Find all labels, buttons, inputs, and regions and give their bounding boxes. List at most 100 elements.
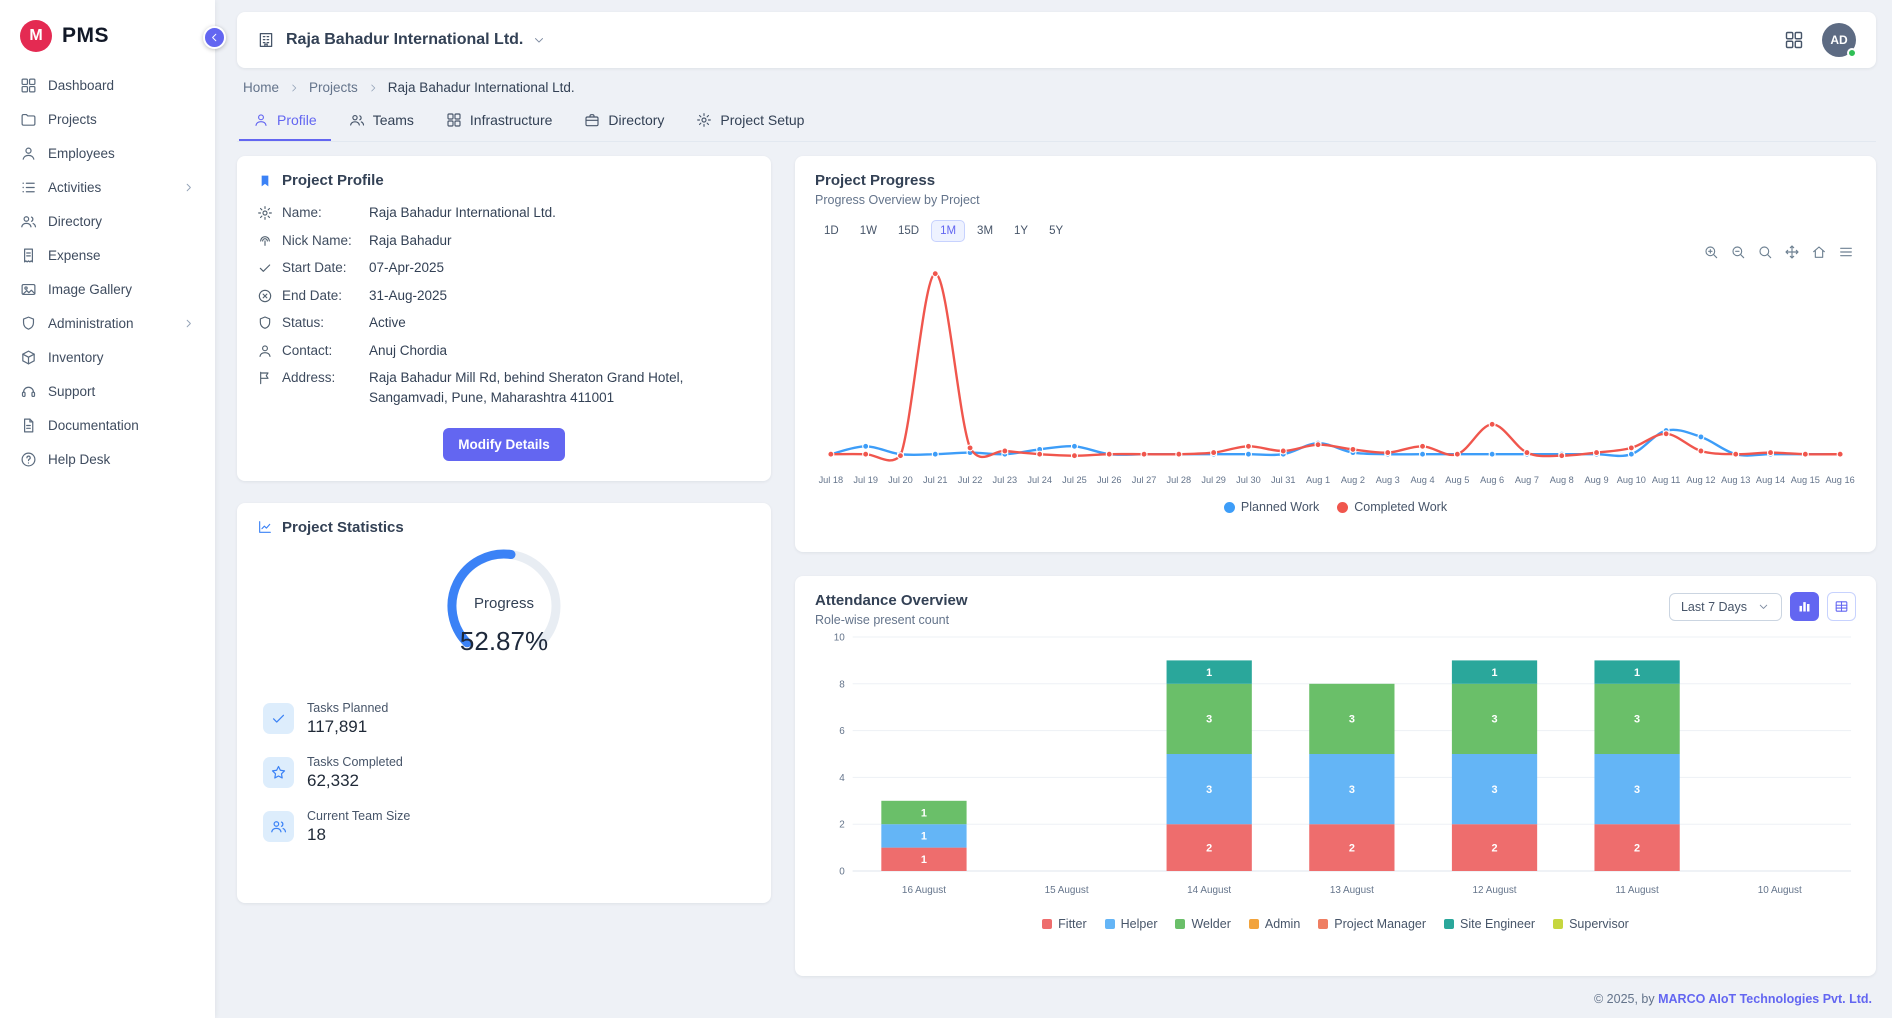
dashboard-icon [20, 77, 37, 94]
expense-icon [20, 247, 37, 264]
team-icon [263, 811, 294, 842]
date-range-select[interactable]: Last 7 Days [1669, 593, 1782, 621]
range-3m[interactable]: 3M [968, 220, 1002, 242]
svg-text:3: 3 [1206, 714, 1212, 726]
pan-icon[interactable] [1784, 244, 1800, 260]
legend-completed-work[interactable]: Completed Work [1337, 500, 1447, 514]
field-label: Contact: [282, 341, 360, 361]
flag-icon [257, 370, 273, 386]
attendance-overview-card: Attendance Overview Role-wise present co… [795, 576, 1876, 976]
range-1d[interactable]: 1D [815, 220, 848, 242]
apps-grid-icon[interactable] [1784, 30, 1804, 50]
svg-text:1: 1 [1491, 667, 1497, 679]
svg-text:Aug 3: Aug 3 [1376, 475, 1400, 485]
tab-infrastructure[interactable]: Infrastructure [432, 103, 566, 141]
tab-label: Directory [608, 112, 664, 128]
attendance-chart[interactable]: 024681016 August11115 August14 August233… [815, 631, 1856, 915]
stat-value: 62,332 [307, 771, 403, 791]
stat-label: Tasks Planned [307, 701, 388, 715]
chart-view-toggle[interactable] [1790, 592, 1819, 621]
footer-text: © 2025, by [1594, 992, 1658, 1006]
svg-text:Jul 19: Jul 19 [853, 475, 878, 485]
user-avatar[interactable]: AD [1822, 23, 1856, 57]
tab-project-setup[interactable]: Project Setup [682, 103, 818, 141]
breadcrumb-projects[interactable]: Projects [309, 80, 358, 95]
breadcrumb-home[interactable]: Home [243, 80, 279, 95]
sidebar-item-employees[interactable]: Employees [10, 138, 205, 169]
legend-planned-work[interactable]: Planned Work [1224, 500, 1319, 514]
tab-profile[interactable]: Profile [239, 103, 331, 141]
legend-site-engineer[interactable]: Site Engineer [1444, 917, 1535, 931]
svg-text:Jul 24: Jul 24 [1027, 475, 1052, 485]
sidebar-collapse-button[interactable] [203, 26, 226, 49]
legend-helper[interactable]: Helper [1105, 917, 1158, 931]
svg-text:Aug 13: Aug 13 [1721, 475, 1750, 485]
legend-fitter[interactable]: Fitter [1042, 917, 1086, 931]
range-5y[interactable]: 5Y [1040, 220, 1072, 242]
svg-text:Jul 25: Jul 25 [1062, 475, 1087, 485]
svg-text:1: 1 [921, 807, 927, 819]
tab-label: Project Setup [720, 112, 804, 128]
svg-text:Aug 5: Aug 5 [1445, 475, 1469, 485]
bar-chart-icon [1797, 599, 1812, 614]
app-logo-icon: M [20, 20, 52, 52]
svg-text:3: 3 [1349, 784, 1355, 796]
range-1m[interactable]: 1M [931, 220, 965, 242]
check-square-icon [263, 703, 294, 734]
range-1y[interactable]: 1Y [1005, 220, 1037, 242]
svg-text:10: 10 [834, 632, 845, 643]
zoom-out-icon[interactable] [1730, 244, 1746, 260]
bar-chart-legend: Fitter Helper Welder Admin Project Manager Si… [815, 917, 1856, 931]
sidebar-item-projects[interactable]: Projects [10, 104, 205, 135]
topbar-actions: AD [1784, 23, 1856, 57]
image-gallery-icon [20, 281, 37, 298]
project-statistics-card: Project Statistics Progress52.87% Tasks … [237, 503, 771, 903]
sidebar-item-administration[interactable]: Administration [10, 308, 205, 339]
legend-admin[interactable]: Admin [1249, 917, 1300, 931]
table-view-toggle[interactable] [1827, 592, 1856, 621]
range-1w[interactable]: 1W [851, 220, 886, 242]
zoom-in-icon[interactable] [1703, 244, 1719, 260]
shield-icon [257, 315, 273, 331]
legend-project-manager[interactable]: Project Manager [1318, 917, 1426, 931]
sidebar-item-documentation[interactable]: Documentation [10, 410, 205, 441]
svg-text:16 August: 16 August [902, 885, 946, 896]
tab-teams[interactable]: Teams [335, 103, 428, 141]
sidebar-item-inventory[interactable]: Inventory [10, 342, 205, 373]
modify-details-button[interactable]: Modify Details [443, 428, 565, 461]
svg-text:1: 1 [921, 854, 927, 866]
sidebar-item-help-desk[interactable]: Help Desk [10, 444, 205, 475]
company-selector[interactable]: Raja Bahadur International Ltd. [286, 31, 546, 49]
content: Project Profile Name:Raja Bahadur Intern… [237, 156, 1876, 1006]
home-icon[interactable] [1811, 244, 1827, 260]
sidebar-item-label: Administration [48, 316, 134, 331]
selection-zoom-icon[interactable] [1757, 244, 1773, 260]
sidebar-item-label: Support [48, 384, 95, 399]
svg-text:2: 2 [1491, 842, 1497, 854]
sidebar-item-label: Dashboard [48, 78, 114, 93]
svg-text:Aug 4: Aug 4 [1411, 475, 1435, 485]
range-15d[interactable]: 15D [889, 220, 928, 242]
footer-company-link[interactable]: MARCO AIoT Technologies Pvt. Ltd. [1658, 992, 1872, 1006]
sidebar-item-directory[interactable]: Directory [10, 206, 205, 237]
legend-marker [1224, 502, 1235, 513]
svg-text:11 August: 11 August [1615, 885, 1659, 896]
svg-text:15 August: 15 August [1045, 885, 1089, 896]
sidebar-item-dashboard[interactable]: Dashboard [10, 70, 205, 101]
directory-tab-icon [584, 112, 600, 128]
legend-welder[interactable]: Welder [1175, 917, 1230, 931]
legend-supervisor[interactable]: Supervisor [1553, 917, 1629, 931]
attendance-subtitle: Role-wise present count [815, 613, 968, 627]
right-column: Project Progress Progress Overview by Pr… [795, 156, 1876, 1006]
chevron-right-icon [288, 82, 300, 94]
sidebar-item-activities[interactable]: Activities [10, 172, 205, 203]
sidebar-item-image-gallery[interactable]: Image Gallery [10, 274, 205, 305]
tab-directory[interactable]: Directory [570, 103, 678, 141]
menu-icon[interactable] [1838, 244, 1854, 260]
sidebar-item-support[interactable]: Support [10, 376, 205, 407]
project-progress-chart[interactable]: Jul 18Jul 19Jul 20Jul 21Jul 22Jul 23Jul … [815, 246, 1856, 498]
field-label: End Date: [282, 286, 360, 306]
tab-label: Teams [373, 112, 414, 128]
attendance-title: Attendance Overview [815, 592, 968, 609]
sidebar-item-expense[interactable]: Expense [10, 240, 205, 271]
